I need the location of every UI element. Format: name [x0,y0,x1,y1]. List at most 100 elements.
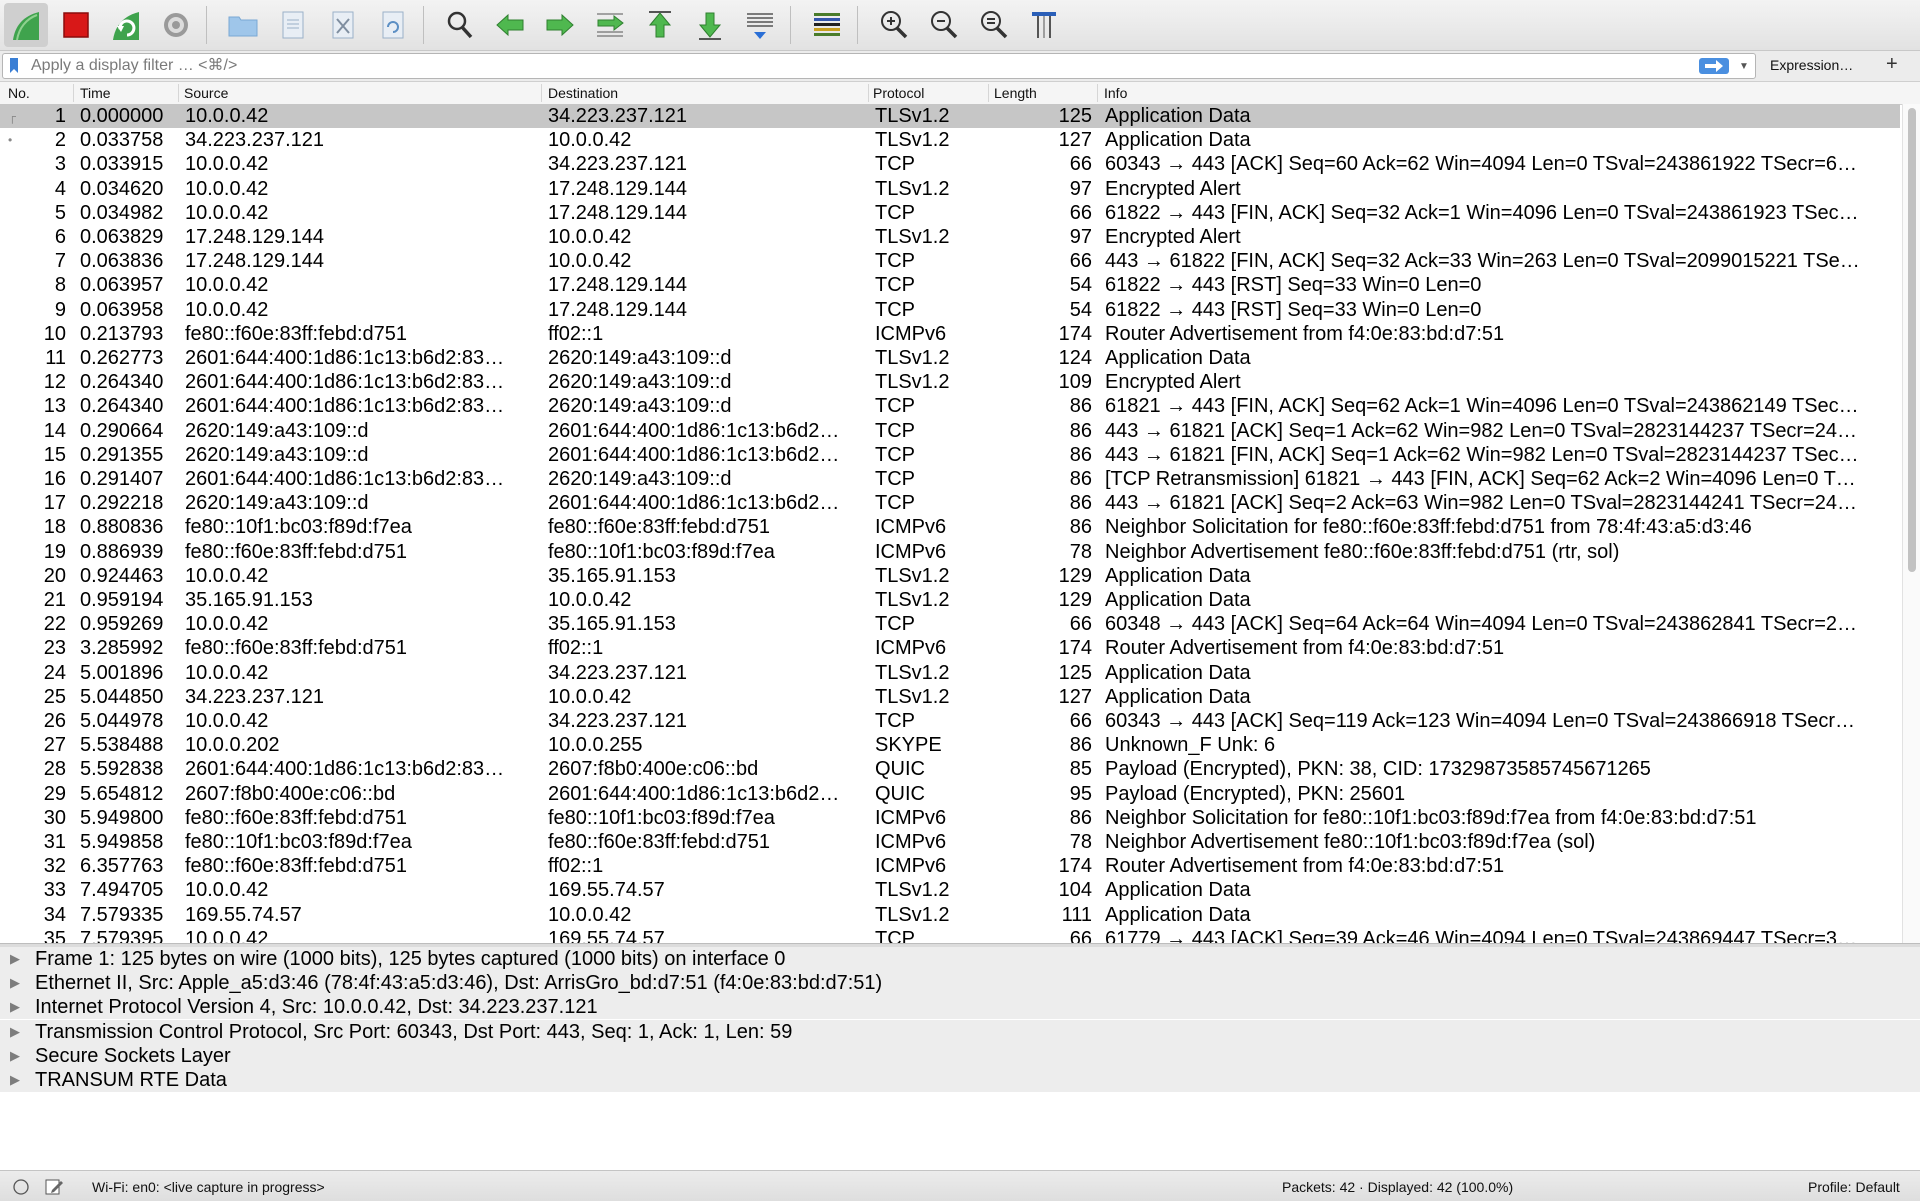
packet-source: 2601:644:400:1d86:1c13:b6d2:83… [185,371,505,394]
packet-row[interactable]: 8 0.063957 10.0.0.42 17.248.129.144 TCP 54 618… [0,273,1900,297]
packet-time: 0.063958 [80,298,164,321]
expand-arrow-icon[interactable]: ▶ [10,1020,20,1044]
expand-arrow-icon[interactable]: ▶ [10,1068,20,1092]
packet-row[interactable]: • 2 0.033758 34.223.237.121 10.0.0.42 TLSv1.2… [0,128,1900,152]
packet-row[interactable]: 9 0.063958 10.0.0.42 17.248.129.144 TCP 54 618… [0,298,1900,322]
packet-row[interactable]: 22 0.959269 10.0.0.42 35.165.91.153 TCP 66 603… [0,612,1900,636]
packet-row[interactable]: ┌ 1 0.000000 10.0.0.42 34.223.237.121 TLSv1.2… [0,104,1900,128]
column-divider[interactable] [1097,84,1098,102]
packet-row[interactable]: 10 0.213793 fe80::f60e:83ff:febd:d751 ff02:… [0,322,1900,346]
packet-list[interactable]: ┌ 1 0.000000 10.0.0.42 34.223.237.121 TLSv1.2… [0,104,1900,943]
autoscroll-button[interactable] [738,3,782,47]
column-header-destination[interactable]: Destination [548,85,618,101]
packet-row[interactable]: 19 0.886939 fe80::f60e:83ff:febd:d751 fe80:… [0,540,1900,564]
packet-row[interactable]: 4 0.034620 10.0.0.42 17.248.129.144 TLSv1.2 9… [0,177,1900,201]
packet-row[interactable]: 14 0.290664 2620:149:a43:109::d 2601:644:40… [0,419,1900,443]
packet-list-scrollbar[interactable] [1902,104,1920,943]
scrollbar-thumb[interactable] [1908,108,1916,572]
column-divider[interactable] [73,84,74,102]
packet-row[interactable]: 21 0.959194 35.165.91.153 10.0.0.42 TLSv1.2 1… [0,588,1900,612]
packet-info: 61822 → 443 [RST] Seq=33 Win=0 Len=0 [1105,298,1482,321]
reload-file-button[interactable] [371,3,415,47]
expand-arrow-icon[interactable]: ▶ [10,971,20,995]
go-last-packet-button[interactable] [688,3,732,47]
packet-row[interactable]: 5 0.034982 10.0.0.42 17.248.129.144 TCP 66 618… [0,201,1900,225]
detail-tree-item[interactable]: ▶ Transmission Control Protocol, Src Port… [0,1019,1920,1044]
go-to-packet-button[interactable] [588,3,632,47]
column-divider[interactable] [988,84,989,102]
detail-tree-item[interactable]: ▶ TRANSUM RTE Data [0,1068,1920,1092]
profile-status[interactable]: Profile: Default [1808,1179,1900,1195]
column-header-info[interactable]: Info [1104,85,1127,101]
packet-row[interactable]: 29 5.654812 2607:f8b0:400e:c06::bd 2601:644… [0,782,1900,806]
packet-row[interactable]: 18 0.880836 fe80::10f1:bc03:f89d:f7ea fe80:… [0,515,1900,539]
column-divider[interactable] [178,84,179,102]
packet-row[interactable]: 12 0.264340 2601:644:400:1d86:1c13:b6d2:83… [0,370,1900,394]
column-divider[interactable] [868,84,869,102]
column-divider[interactable] [541,84,542,102]
bookmark-icon[interactable] [9,58,19,73]
expand-arrow-icon[interactable]: ▶ [10,1044,20,1068]
packet-row[interactable]: 27 5.538488 10.0.0.202 10.0.0.255 SKYPE 86 Unk… [0,733,1900,757]
restart-capture-button[interactable] [104,3,148,47]
packet-row[interactable]: 7 0.063836 17.248.129.144 10.0.0.42 TCP 66 443… [0,249,1900,273]
zoom-out-button[interactable] [922,3,966,47]
find-packet-button[interactable] [438,3,482,47]
zoom-reset-button[interactable] [972,3,1016,47]
packet-row[interactable]: 26 5.044978 10.0.0.42 34.223.237.121 TCP 66 60… [0,709,1900,733]
detail-tree-item[interactable]: ▶ Internet Protocol Version 4, Src: 10.0.… [0,995,1920,1020]
expression-button[interactable]: Expression… [1770,57,1853,73]
filter-history-dropdown[interactable]: ▼ [1737,58,1751,74]
capture-comment-icon[interactable] [44,1178,64,1196]
column-header-protocol[interactable]: Protocol [873,85,924,101]
column-header-source[interactable]: Source [184,85,228,101]
column-header-time[interactable]: Time [80,85,111,101]
packet-row[interactable]: 6 0.063829 17.248.129.144 10.0.0.42 TLSv1.2 9… [0,225,1900,249]
detail-tree-item[interactable]: ▶ Frame 1: 125 bytes on wire (1000 bits),… [0,947,1920,971]
packet-row[interactable]: 13 0.264340 2601:644:400:1d86:1c13:b6d2:83… [0,394,1900,418]
add-filter-button[interactable]: + [1886,53,1898,76]
packet-row[interactable]: 30 5.949800 fe80::f60e:83ff:febd:d751 fe80:… [0,806,1900,830]
packet-row[interactable]: 20 0.924463 10.0.0.42 35.165.91.153 TLSv1.2 1… [0,564,1900,588]
apply-filter-button[interactable] [1699,58,1729,74]
save-file-button[interactable] [271,3,315,47]
packet-destination: fe80::10f1:bc03:f89d:f7ea [548,806,775,829]
detail-tree-item[interactable]: ▶ Ethernet II, Src: Apple_a5:d3:46 (78:4f… [0,971,1920,996]
column-header-no[interactable]: No. [8,85,30,101]
packet-row[interactable]: 24 5.001896 10.0.0.42 34.223.237.121 TLSv1.2… [0,661,1900,685]
go-first-packet-button[interactable] [638,3,682,47]
open-file-button[interactable] [221,3,265,47]
packet-row[interactable]: 34 7.579335 169.55.74.57 10.0.0.42 TLSv1.2 11… [0,903,1900,927]
packet-row[interactable]: 15 0.291355 2620:149:a43:109::d 2601:644:40… [0,443,1900,467]
packet-row[interactable]: 31 5.949858 fe80::10f1:bc03:f89d:f7ea fe80:… [0,830,1900,854]
display-filter-input[interactable] [29,55,1673,77]
start-capture-button[interactable] [4,3,48,47]
stop-capture-button[interactable] [54,3,98,47]
expand-arrow-icon[interactable]: ▶ [10,947,20,971]
packet-row[interactable]: 23 3.285992 fe80::f60e:83ff:febd:d751 ff02:… [0,636,1900,660]
packet-length: 54 [1069,274,1092,297]
close-file-button[interactable] [321,3,365,47]
packet-row[interactable]: 25 5.044850 34.223.237.121 10.0.0.42 TLSv1.2… [0,685,1900,709]
packet-row[interactable]: 33 7.494705 10.0.0.42 169.55.74.57 TLSv1.2 10… [0,878,1900,902]
packet-row[interactable]: 32 6.357763 fe80::f60e:83ff:febd:d751 ff02:… [0,854,1900,878]
go-forward-button[interactable] [538,3,582,47]
go-back-button[interactable] [488,3,532,47]
expand-arrow-icon[interactable]: ▶ [10,995,20,1019]
zoom-in-button[interactable] [872,3,916,47]
column-header-length[interactable]: Length [994,85,1037,101]
expert-info-icon[interactable] [12,1178,30,1196]
packet-row[interactable]: 11 0.262773 2601:644:400:1d86:1c13:b6d2:83… [0,346,1900,370]
capture-options-button[interactable] [154,3,198,47]
colorize-button[interactable] [805,3,849,47]
packet-row[interactable]: 3 0.033915 10.0.0.42 34.223.237.121 TCP 66 603… [0,152,1900,176]
packet-info: 61822 → 443 [FIN, ACK] Seq=32 Ack=1 Win=… [1105,201,1859,224]
resize-columns-button[interactable] [1022,3,1066,47]
packet-row[interactable]: 17 0.292218 2620:149:a43:109::d 2601:644:40… [0,491,1900,515]
packet-length: 66 [1069,250,1092,273]
packet-row[interactable]: 28 5.592838 2601:644:400:1d86:1c13:b6d2:83… [0,757,1900,781]
packet-row[interactable]: 16 0.291407 2601:644:400:1d86:1c13:b6d2:83… [0,467,1900,491]
detail-tree-item[interactable]: ▶ Secure Sockets Layer [0,1043,1920,1068]
packet-row[interactable]: 35 7.579395 10.0.0.42 169.55.74.57 TCP 66 6177… [0,927,1900,943]
packet-protocol: ICMPv6 [875,540,947,563]
